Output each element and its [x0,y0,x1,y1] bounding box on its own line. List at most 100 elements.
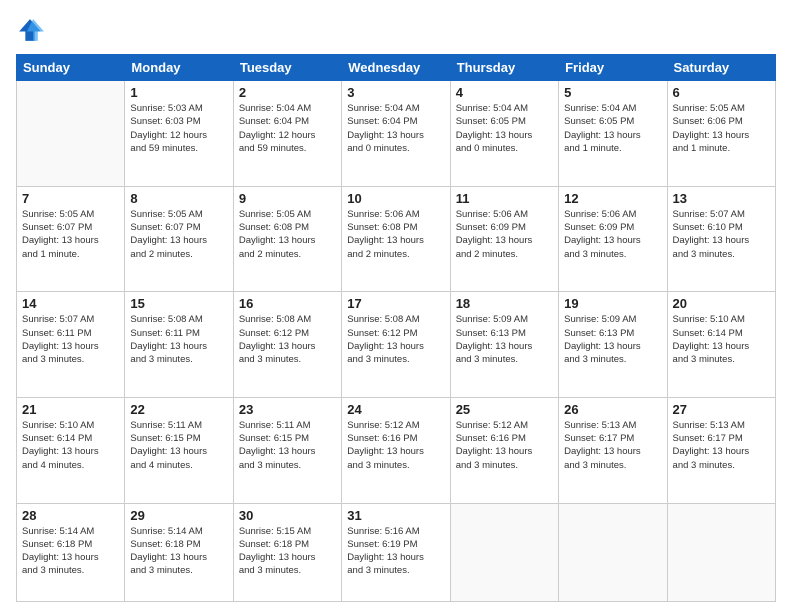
weekday-header-saturday: Saturday [667,55,775,81]
day-info: Sunrise: 5:12 AM Sunset: 6:16 PM Dayligh… [347,419,444,472]
day-cell [450,503,558,602]
day-number: 7 [22,191,119,206]
day-number: 30 [239,508,336,523]
week-row-1: 1 Sunrise: 5:03 AM Sunset: 6:03 PM Daylig… [17,81,776,187]
day-cell: 28 Sunrise: 5:14 AM Sunset: 6:18 PM Dayli… [17,503,125,602]
day-number: 4 [456,85,553,100]
day-number: 25 [456,402,553,417]
logo [16,16,46,44]
day-cell: 13Sunrise: 5:07 AM Sunset: 6:10 PM Dayli… [667,186,775,292]
day-number: 24 [347,402,444,417]
day-cell: 23 Sunrise: 5:11 AM Sunset: 6:15 PM Dayli… [233,397,341,503]
day-number: 12 [564,191,661,206]
day-cell: 19 Sunrise: 5:09 AM Sunset: 6:13 PM Dayli… [559,292,667,398]
day-cell: 25Sunrise: 5:12 AM Sunset: 6:16 PM Dayli… [450,397,558,503]
day-cell: 4 Sunrise: 5:04 AM Sunset: 6:05 PM Daylig… [450,81,558,187]
weekday-header-row: SundayMondayTuesdayWednesdayThursdayFrid… [17,55,776,81]
day-info: Sunrise: 5:04 AM Sunset: 6:05 PM Dayligh… [564,102,661,155]
day-number: 10 [347,191,444,206]
day-info: Sunrise: 5:16 AM Sunset: 6:19 PM Dayligh… [347,525,444,578]
day-info: Sunrise: 5:11 AM Sunset: 6:15 PM Dayligh… [239,419,336,472]
day-cell: 17 Sunrise: 5:08 AM Sunset: 6:12 PM Dayli… [342,292,450,398]
day-cell: 5 Sunrise: 5:04 AM Sunset: 6:05 PM Daylig… [559,81,667,187]
day-number: 31 [347,508,444,523]
day-info: Sunrise: 5:07 AM Sunset: 6:10 PM Dayligh… [673,208,770,261]
day-info: Sunrise: 5:03 AM Sunset: 6:03 PM Dayligh… [130,102,227,155]
day-cell: 22 Sunrise: 5:11 AM Sunset: 6:15 PM Dayli… [125,397,233,503]
weekday-header-sunday: Sunday [17,55,125,81]
day-info: Sunrise: 5:07 AM Sunset: 6:11 PM Dayligh… [22,313,119,366]
day-cell: 26 Sunrise: 5:13 AM Sunset: 6:17 PM Dayli… [559,397,667,503]
day-info: Sunrise: 5:11 AM Sunset: 6:15 PM Dayligh… [130,419,227,472]
day-info: Sunrise: 5:08 AM Sunset: 6:11 PM Dayligh… [130,313,227,366]
week-row-5: 28 Sunrise: 5:14 AM Sunset: 6:18 PM Dayli… [17,503,776,602]
day-number: 19 [564,296,661,311]
day-cell: 18 Sunrise: 5:09 AM Sunset: 6:13 PM Dayli… [450,292,558,398]
day-cell: 21Sunrise: 5:10 AM Sunset: 6:14 PM Dayli… [17,397,125,503]
day-cell: 15 Sunrise: 5:08 AM Sunset: 6:11 PM Dayli… [125,292,233,398]
week-row-4: 21Sunrise: 5:10 AM Sunset: 6:14 PM Dayli… [17,397,776,503]
day-cell: 20 Sunrise: 5:10 AM Sunset: 6:14 PM Dayli… [667,292,775,398]
day-info: Sunrise: 5:10 AM Sunset: 6:14 PM Dayligh… [22,419,119,472]
day-number: 6 [673,85,770,100]
day-info: Sunrise: 5:14 AM Sunset: 6:18 PM Dayligh… [130,525,227,578]
week-row-3: 14 Sunrise: 5:07 AM Sunset: 6:11 PM Dayli… [17,292,776,398]
day-number: 15 [130,296,227,311]
page-container: SundayMondayTuesdayWednesdayThursdayFrid… [0,0,792,612]
day-info: Sunrise: 5:13 AM Sunset: 6:17 PM Dayligh… [564,419,661,472]
day-cell: 3Sunrise: 5:04 AM Sunset: 6:04 PM Daylig… [342,81,450,187]
day-info: Sunrise: 5:04 AM Sunset: 6:05 PM Dayligh… [456,102,553,155]
day-cell: 7 Sunrise: 5:05 AM Sunset: 6:07 PM Daylig… [17,186,125,292]
day-number: 14 [22,296,119,311]
day-cell: 8 Sunrise: 5:05 AM Sunset: 6:07 PM Daylig… [125,186,233,292]
day-info: Sunrise: 5:05 AM Sunset: 6:07 PM Dayligh… [130,208,227,261]
day-cell: 31 Sunrise: 5:16 AM Sunset: 6:19 PM Dayli… [342,503,450,602]
weekday-header-friday: Friday [559,55,667,81]
day-number: 28 [22,508,119,523]
day-info: Sunrise: 5:10 AM Sunset: 6:14 PM Dayligh… [673,313,770,366]
day-info: Sunrise: 5:05 AM Sunset: 6:06 PM Dayligh… [673,102,770,155]
weekday-header-tuesday: Tuesday [233,55,341,81]
weekday-header-wednesday: Wednesday [342,55,450,81]
day-number: 17 [347,296,444,311]
day-number: 22 [130,402,227,417]
day-info: Sunrise: 5:06 AM Sunset: 6:08 PM Dayligh… [347,208,444,261]
day-number: 26 [564,402,661,417]
day-info: Sunrise: 5:09 AM Sunset: 6:13 PM Dayligh… [564,313,661,366]
day-info: Sunrise: 5:05 AM Sunset: 6:07 PM Dayligh… [22,208,119,261]
day-number: 29 [130,508,227,523]
day-info: Sunrise: 5:09 AM Sunset: 6:13 PM Dayligh… [456,313,553,366]
day-cell [559,503,667,602]
day-info: Sunrise: 5:15 AM Sunset: 6:18 PM Dayligh… [239,525,336,578]
day-number: 23 [239,402,336,417]
day-cell: 29 Sunrise: 5:14 AM Sunset: 6:18 PM Dayli… [125,503,233,602]
day-number: 5 [564,85,661,100]
weekday-header-thursday: Thursday [450,55,558,81]
day-cell: 6 Sunrise: 5:05 AM Sunset: 6:06 PM Daylig… [667,81,775,187]
logo-icon [16,16,44,44]
day-number: 8 [130,191,227,206]
week-row-2: 7 Sunrise: 5:05 AM Sunset: 6:07 PM Daylig… [17,186,776,292]
day-number: 1 [130,85,227,100]
day-info: Sunrise: 5:08 AM Sunset: 6:12 PM Dayligh… [239,313,336,366]
day-cell [667,503,775,602]
day-number: 18 [456,296,553,311]
day-number: 16 [239,296,336,311]
day-info: Sunrise: 5:08 AM Sunset: 6:12 PM Dayligh… [347,313,444,366]
day-cell: 10 Sunrise: 5:06 AM Sunset: 6:08 PM Dayli… [342,186,450,292]
day-number: 27 [673,402,770,417]
day-cell: 30 Sunrise: 5:15 AM Sunset: 6:18 PM Dayli… [233,503,341,602]
day-number: 20 [673,296,770,311]
day-cell: 12Sunrise: 5:06 AM Sunset: 6:09 PM Dayli… [559,186,667,292]
day-cell: 24 Sunrise: 5:12 AM Sunset: 6:16 PM Dayli… [342,397,450,503]
calendar-table: SundayMondayTuesdayWednesdayThursdayFrid… [16,54,776,602]
day-info: Sunrise: 5:04 AM Sunset: 6:04 PM Dayligh… [239,102,336,155]
day-cell: 11Sunrise: 5:06 AM Sunset: 6:09 PM Dayli… [450,186,558,292]
day-cell: 14 Sunrise: 5:07 AM Sunset: 6:11 PM Dayli… [17,292,125,398]
day-info: Sunrise: 5:05 AM Sunset: 6:08 PM Dayligh… [239,208,336,261]
day-cell [17,81,125,187]
day-info: Sunrise: 5:14 AM Sunset: 6:18 PM Dayligh… [22,525,119,578]
weekday-header-monday: Monday [125,55,233,81]
day-info: Sunrise: 5:04 AM Sunset: 6:04 PM Dayligh… [347,102,444,155]
day-cell: 2Sunrise: 5:04 AM Sunset: 6:04 PM Daylig… [233,81,341,187]
